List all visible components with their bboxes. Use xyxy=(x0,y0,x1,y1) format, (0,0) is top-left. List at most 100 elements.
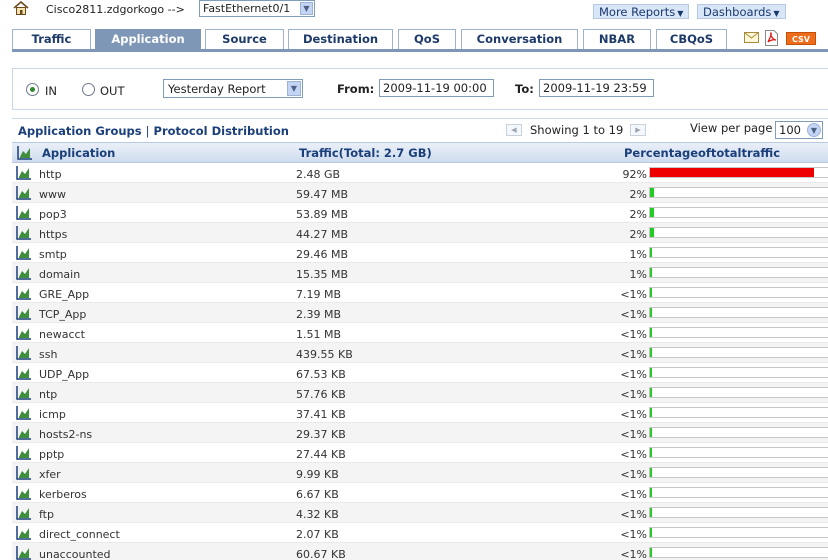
percentage-value: 92% xyxy=(622,168,647,181)
home-icon[interactable] xyxy=(13,0,29,15)
application-name[interactable]: direct_connect xyxy=(39,528,120,541)
in-radio[interactable] xyxy=(26,83,39,96)
application-name[interactable]: domain xyxy=(39,268,80,281)
table-row: unaccounted 60.67 KB <1% xyxy=(12,543,828,560)
application-name[interactable]: hosts2-ns xyxy=(39,428,92,441)
tab-conversation[interactable]: Conversation xyxy=(461,29,578,49)
application-name[interactable]: GRE_App xyxy=(39,288,89,301)
percentage-bar xyxy=(649,467,828,478)
email-icon[interactable] xyxy=(744,32,759,46)
chart-icon[interactable] xyxy=(16,426,32,443)
application-name[interactable]: TCP_App xyxy=(39,308,86,321)
application-name[interactable]: newacct xyxy=(39,328,85,341)
table-row: pop3 53.89 MB 2% xyxy=(12,203,828,223)
application-name[interactable]: kerberos xyxy=(39,488,87,501)
table-row: xfer 9.99 KB <1% xyxy=(12,463,828,483)
traffic-value: 57.76 KB xyxy=(296,388,346,401)
application-name[interactable]: smtp xyxy=(39,248,67,261)
percentage-value: <1% xyxy=(620,348,647,361)
chart-icon[interactable] xyxy=(16,446,32,463)
application-name[interactable]: pptp xyxy=(39,448,64,461)
column-header-percentage[interactable]: Percentageoftotaltraffic xyxy=(624,146,780,160)
protocol-distribution-link[interactable]: Protocol Distribution xyxy=(154,124,289,138)
csv-export-icon[interactable]: CSV xyxy=(786,32,816,45)
tab-nbar[interactable]: NBAR xyxy=(583,29,651,49)
percentage-value: <1% xyxy=(620,488,647,501)
chart-icon[interactable] xyxy=(16,346,32,363)
application-name[interactable]: ntp xyxy=(39,388,57,401)
report-period-select[interactable]: Yesterday Report ▼ xyxy=(163,79,303,98)
traffic-value: 15.35 MB xyxy=(296,268,349,281)
chart-icon[interactable] xyxy=(16,386,32,403)
table-row: icmp 37.41 KB <1% xyxy=(12,403,828,423)
traffic-value: 37.41 KB xyxy=(296,408,346,421)
percentage-bar xyxy=(649,547,828,558)
previous-page-button[interactable]: ◀ xyxy=(506,124,522,136)
chart-icon[interactable] xyxy=(16,546,32,560)
out-radio[interactable] xyxy=(82,83,95,96)
traffic-value: 1.51 MB xyxy=(296,328,342,341)
pdf-icon[interactable] xyxy=(765,30,778,49)
chart-icon[interactable] xyxy=(16,326,32,343)
percentage-value: <1% xyxy=(620,428,647,441)
chart-icon[interactable] xyxy=(16,266,32,283)
table-row: hosts2-ns 29.37 KB <1% xyxy=(12,423,828,443)
chart-icon[interactable] xyxy=(16,286,32,303)
percentage-bar-fill xyxy=(650,528,652,537)
chart-icon[interactable] xyxy=(16,186,32,203)
application-name[interactable]: ssh xyxy=(39,348,57,361)
chart-icon[interactable] xyxy=(16,406,32,423)
table-row: https 44.27 MB 2% xyxy=(12,223,828,243)
chart-icon[interactable] xyxy=(16,246,32,263)
chart-icon[interactable] xyxy=(16,226,32,243)
percentage-bar xyxy=(649,247,828,258)
traffic-value: 44.27 MB xyxy=(296,228,349,241)
chart-icon[interactable] xyxy=(16,466,32,483)
chart-icon[interactable] xyxy=(16,206,32,223)
traffic-value: 53.89 MB xyxy=(296,208,349,221)
table-row: http 2.48 GB 92% xyxy=(12,163,828,183)
column-header-application[interactable]: Application xyxy=(42,146,115,160)
table-row: kerberos 6.67 KB <1% xyxy=(12,483,828,503)
application-groups-link[interactable]: Application Groups xyxy=(18,124,142,138)
from-date-field[interactable]: 2009-11-19 00:00 xyxy=(379,79,494,97)
percentage-bar-fill xyxy=(650,288,652,297)
application-name[interactable]: www xyxy=(39,188,66,201)
application-name[interactable]: xfer xyxy=(39,468,61,481)
dashboards-button[interactable]: Dashboards ▼ xyxy=(697,4,786,19)
chart-icon[interactable] xyxy=(16,526,32,543)
percentage-bar xyxy=(649,387,828,398)
more-reports-label: More Reports xyxy=(599,5,676,19)
tab-traffic[interactable]: Traffic xyxy=(12,29,91,49)
tab-destination[interactable]: Destination xyxy=(288,29,393,49)
application-name[interactable]: icmp xyxy=(39,408,66,421)
view-per-page-label: View per page xyxy=(690,121,773,135)
chart-icon[interactable] xyxy=(16,366,32,383)
interface-select[interactable]: FastEthernet0/1 ▼ xyxy=(199,0,315,17)
next-page-button[interactable]: ▶ xyxy=(630,124,646,136)
application-name[interactable]: ftp xyxy=(39,508,54,521)
application-name[interactable]: https xyxy=(39,228,67,241)
traffic-value: 2.07 KB xyxy=(296,528,339,541)
percentage-bar-fill xyxy=(650,268,652,277)
column-header-traffic[interactable]: Traffic(Total: 2.7 GB) xyxy=(299,146,432,160)
application-name[interactable]: unaccounted xyxy=(39,548,111,560)
chart-icon[interactable] xyxy=(16,166,32,183)
tab-source[interactable]: Source xyxy=(205,29,284,49)
radio-selected-dot xyxy=(30,87,35,92)
application-name[interactable]: UDP_App xyxy=(39,368,89,381)
application-name[interactable]: pop3 xyxy=(39,208,67,221)
more-reports-button[interactable]: More Reports ▼ xyxy=(593,4,690,19)
view-per-page-select[interactable]: 100 ▼ xyxy=(775,121,823,139)
chart-icon[interactable] xyxy=(16,506,32,523)
tab-cbqos[interactable]: CBQoS xyxy=(656,29,727,49)
traffic-value: 60.67 KB xyxy=(296,548,346,560)
tab-application[interactable]: Application xyxy=(95,29,201,50)
chart-icon[interactable] xyxy=(16,486,32,503)
table-row: ssh 439.55 KB <1% xyxy=(12,343,828,363)
to-date-field[interactable]: 2009-11-19 23:59 xyxy=(539,79,654,97)
tab-qos[interactable]: QoS xyxy=(398,29,456,49)
chart-icon[interactable] xyxy=(16,306,32,323)
application-name[interactable]: http xyxy=(39,168,62,181)
chart-icon[interactable] xyxy=(17,146,33,163)
